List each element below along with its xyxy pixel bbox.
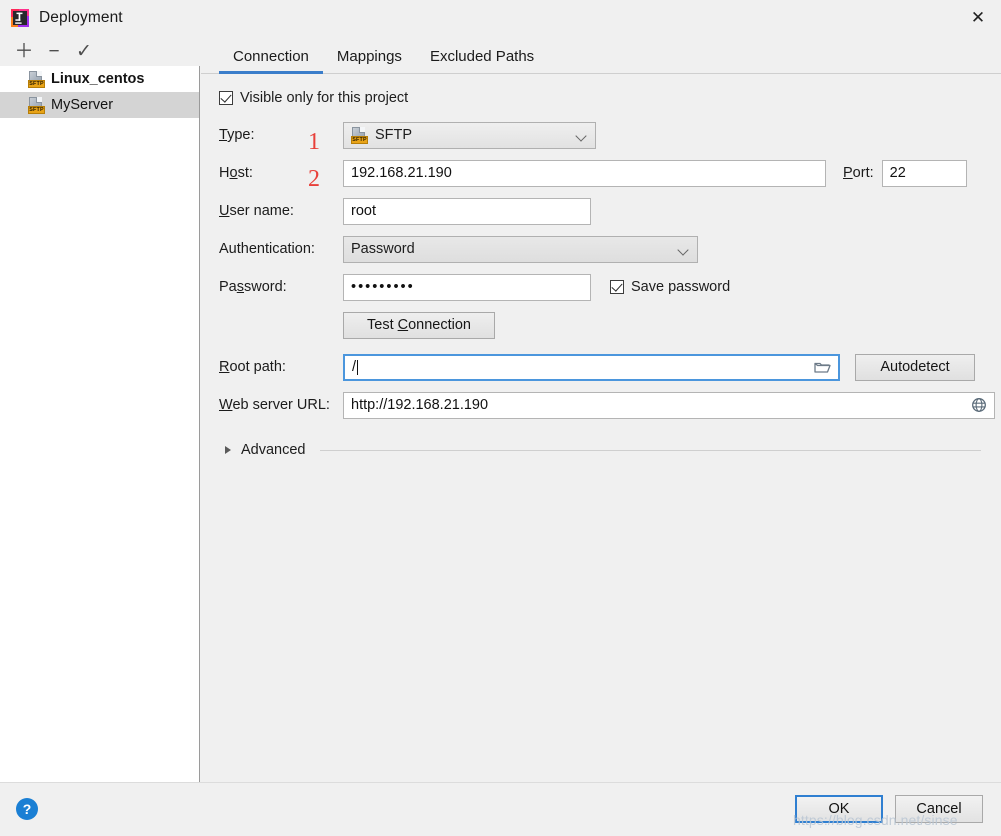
help-icon[interactable]: ? [16,798,38,820]
annotation-marker-2: 2 [308,166,320,192]
username-input-value: root [351,203,376,219]
web-server-url-label: Web server URL: [219,397,330,413]
list-item-label: MyServer [51,97,114,113]
username-input[interactable]: root [343,197,591,225]
sftp-icon: SFTP [28,70,45,88]
use-as-default-icon[interactable]: ✓ [69,38,99,64]
advanced-separator [319,449,981,451]
chevron-down-icon [678,243,691,256]
add-server-icon[interactable]: ＋ [9,38,39,64]
sftp-icon-label: SFTP [351,135,368,144]
root-path-row: Root path: / Autodetect [219,352,1001,382]
host-input-value: 192.168.21.190 [351,165,452,181]
root-path-input[interactable]: / [343,353,840,381]
globe-icon[interactable] [971,397,987,413]
authentication-dropdown[interactable]: Password [343,235,698,263]
sftp-icon: SFTP [351,126,368,144]
tab-mappings[interactable]: Mappings [323,48,416,74]
visible-only-checkbox-row[interactable]: Visible only for this project [219,90,1001,106]
server-list: SFTP Linux_centos SFTP MyServer [0,66,200,782]
annotation-marker-1: 1 [308,129,320,155]
close-icon[interactable]: ✕ [955,0,1001,36]
password-input-value: ••••••••• [351,279,415,295]
title-bar: Deployment ✕ [0,0,1001,36]
sftp-icon: SFTP [28,96,45,114]
type-label: Type: [219,127,255,143]
list-item-label: Linux_centos [51,71,145,87]
save-password-checkbox[interactable] [610,280,624,294]
chevron-down-icon [576,129,589,142]
port-label: Port: [843,165,874,181]
sftp-icon-label: SFTP [28,105,45,114]
host-label: Host: [219,165,253,181]
remove-server-icon[interactable]: − [39,38,69,64]
watermark: https://blog.csdn.net/sinse [793,812,958,828]
test-connection-button[interactable]: Test Connection [343,311,495,339]
password-row: Password: ••••••••• Save password [219,272,1001,302]
authentication-label: Authentication: [219,241,315,257]
visible-only-label: Visible only for this project [240,90,409,106]
username-row: User name: root [219,196,1001,226]
host-row: Host: 192.168.21.190 Port: 22 [219,158,1001,188]
port-input-value: 22 [889,165,906,181]
web-server-url-input-value: http://192.168.21.190 [351,397,489,413]
tab-bar: Connection Mappings Excluded Paths [201,36,1001,74]
tab-connection[interactable]: Connection [219,48,323,74]
save-password-checkbox-row[interactable]: Save password [610,279,730,295]
list-item-linux-centos[interactable]: SFTP Linux_centos [0,66,199,92]
type-dropdown[interactable]: SFTP SFTP [343,121,596,149]
advanced-label: Advanced [241,442,306,458]
host-input[interactable]: 192.168.21.190 [343,159,826,187]
type-dropdown-value: SFTP [375,127,413,143]
advanced-section-header[interactable]: Advanced [219,442,1001,458]
sftp-icon-label: SFTP [28,79,45,88]
intellij-idea-icon [10,8,30,28]
text-caret [357,359,359,375]
autodetect-button[interactable]: Autodetect [855,353,975,381]
type-row: Type: SFTP SFTP [219,120,1001,150]
authentication-row: Authentication: Password [219,234,1001,264]
web-server-url-input[interactable]: http://192.168.21.190 [343,391,995,419]
server-list-toolbar: ＋ − ✓ [0,36,200,66]
port-input[interactable]: 22 [881,159,967,187]
tab-excluded-paths[interactable]: Excluded Paths [416,48,548,74]
deployment-dialog: Deployment ✕ ＋ − ✓ SFTP Linux_centos SFT… [0,0,1001,836]
password-label: Password: [219,279,287,295]
root-path-input-value: / [352,359,357,375]
test-connection-row: Test Connection [219,310,1001,340]
connection-form: 1 2 Visible only for this project Type: … [201,74,1001,458]
authentication-dropdown-value: Password [351,241,415,257]
folder-icon[interactable] [814,360,831,374]
main-panel: Connection Mappings Excluded Paths 1 2 V… [201,36,1001,782]
visible-only-checkbox[interactable] [219,91,233,105]
test-connection-button-label: Test Connection [367,317,471,333]
password-input[interactable]: ••••••••• [343,273,591,301]
save-password-label: Save password [631,279,731,295]
root-path-label: Root path: [219,359,286,375]
username-label: User name: [219,203,294,219]
window-title: Deployment [39,9,123,26]
chevron-right-icon [225,446,231,454]
list-item-myserver[interactable]: SFTP MyServer [0,92,199,118]
web-server-url-row: Web server URL: http://192.168.21.190 [219,390,1001,420]
